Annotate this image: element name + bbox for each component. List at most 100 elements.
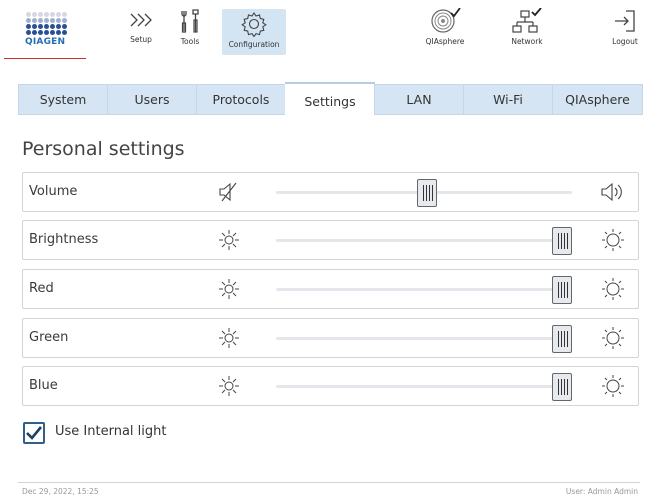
sun-dim-icon [219,376,239,396]
logo-dot [26,30,31,35]
logo-dot [50,30,55,35]
slider-grip-line [564,379,565,395]
green-label: Green [29,330,69,345]
logo-dot [56,18,61,23]
logo-dot [56,24,61,29]
logo-dot [44,24,49,29]
volume-slider-track[interactable] [276,179,572,207]
logo-dot [32,30,37,35]
volume-slider-thumb[interactable] [416,179,437,207]
logo-dot [26,12,31,17]
logo-dot [32,24,37,29]
logo-dot [32,18,37,23]
logo-dot [44,12,49,17]
logo-dot [62,12,67,17]
logo-dot [38,12,43,17]
slider-grip-line [561,331,562,347]
green-slider-thumb[interactable] [552,325,572,353]
sun-bright-icon [602,375,624,397]
blue-label: Blue [29,378,58,393]
logo-dot [62,18,67,23]
gear-icon [241,12,267,37]
slider-grip-line [564,331,565,347]
logo-dot [56,12,61,17]
slider-grip-line [558,282,559,298]
blue-slider-thumb[interactable] [552,373,572,401]
logo-dot [50,18,55,23]
qiagen-logo: QIAGEN [22,10,72,54]
logo-dot [38,30,43,35]
blue-setting-row: Blue [22,366,639,406]
green-setting-row: Green [22,318,639,358]
slider-grip-line [428,185,430,201]
internal-light-checkbox[interactable] [23,422,45,444]
configuration-label: Configuration [228,40,280,49]
slider-grip-line [422,185,424,201]
page-title: Personal settings [22,138,185,160]
sun-bright-icon [602,229,624,251]
tab-lan[interactable]: LAN [374,84,464,115]
slider-grip-line [567,379,568,395]
logo-dot [32,12,37,17]
logo-wordmark: QIAGEN [25,37,66,47]
tools-button[interactable]: Tools [175,8,205,54]
tools-icon [181,9,199,33]
volume-setting-row: Volume [22,172,639,212]
logo-dot [56,30,61,35]
qiasphere-icon [431,8,461,33]
slider-grip-line [558,331,559,347]
logo-dot [62,30,67,35]
sun-bright-icon [602,327,624,349]
sun-bright-icon [602,278,624,300]
logo-dot [44,30,49,35]
logout-button[interactable]: Logout [608,8,642,54]
qiasphere-button[interactable]: QIAsphere [420,8,470,54]
red-slider-track[interactable] [276,276,572,304]
logo-dot [26,24,31,29]
brightness-slider-thumb[interactable] [552,227,572,255]
network-icon [512,8,542,33]
volume-label: Volume [29,184,78,199]
tab-users[interactable]: Users [107,84,197,115]
logo-accent-line [4,58,86,59]
logo-dot [44,18,49,23]
sun-dim-icon [219,328,239,348]
logo-dot-grid [26,12,67,36]
footer-user: User: Admin Admin [565,487,638,496]
slider-grip-line [561,233,562,249]
top-toolbar: QIAGEN Setup Tools Configuration QIAsphe… [0,0,652,64]
speaker-loud-icon [601,182,622,202]
red-slider-thumb[interactable] [552,276,572,304]
qiasphere-label: QIAsphere [425,37,465,46]
sun-dim-icon [219,230,239,250]
brightness-label: Brightness [29,232,99,247]
logo-dot [50,24,55,29]
logo-dot [62,24,67,29]
network-button[interactable]: Network [505,8,549,54]
blue-slider-track[interactable] [276,373,572,401]
slider-grip-line [567,331,568,347]
slider-grip-line [567,282,568,298]
setup-button[interactable]: Setup [121,8,161,54]
slider-grip-line [567,233,568,249]
green-slider-track[interactable] [276,325,572,353]
brightness-slider-track[interactable] [276,227,572,255]
tab-protocols[interactable]: Protocols [196,84,286,115]
tab-qiasphere[interactable]: QIAsphere [552,84,643,115]
speaker-muted-icon [219,182,237,202]
settings-tab-bar: System Users Protocols Settings LAN Wi-F… [18,82,643,118]
tab-settings[interactable]: Settings [285,82,375,118]
slider-grip-line [431,185,433,201]
configuration-button[interactable]: Configuration [222,9,286,55]
logout-label: Logout [612,37,638,46]
network-label: Network [511,37,543,46]
sun-dim-icon [219,279,239,299]
setup-label: Setup [130,35,152,44]
tab-wifi[interactable]: Wi-Fi [463,84,553,115]
footer-datetime: Dec 29, 2022, 15:25 [22,487,99,496]
tab-system[interactable]: System [18,84,108,115]
chevrons-right-icon [130,13,152,27]
brightness-setting-row: Brightness [22,220,639,260]
internal-light-label: Use Internal light [55,424,167,439]
slider-grip-line [561,282,562,298]
